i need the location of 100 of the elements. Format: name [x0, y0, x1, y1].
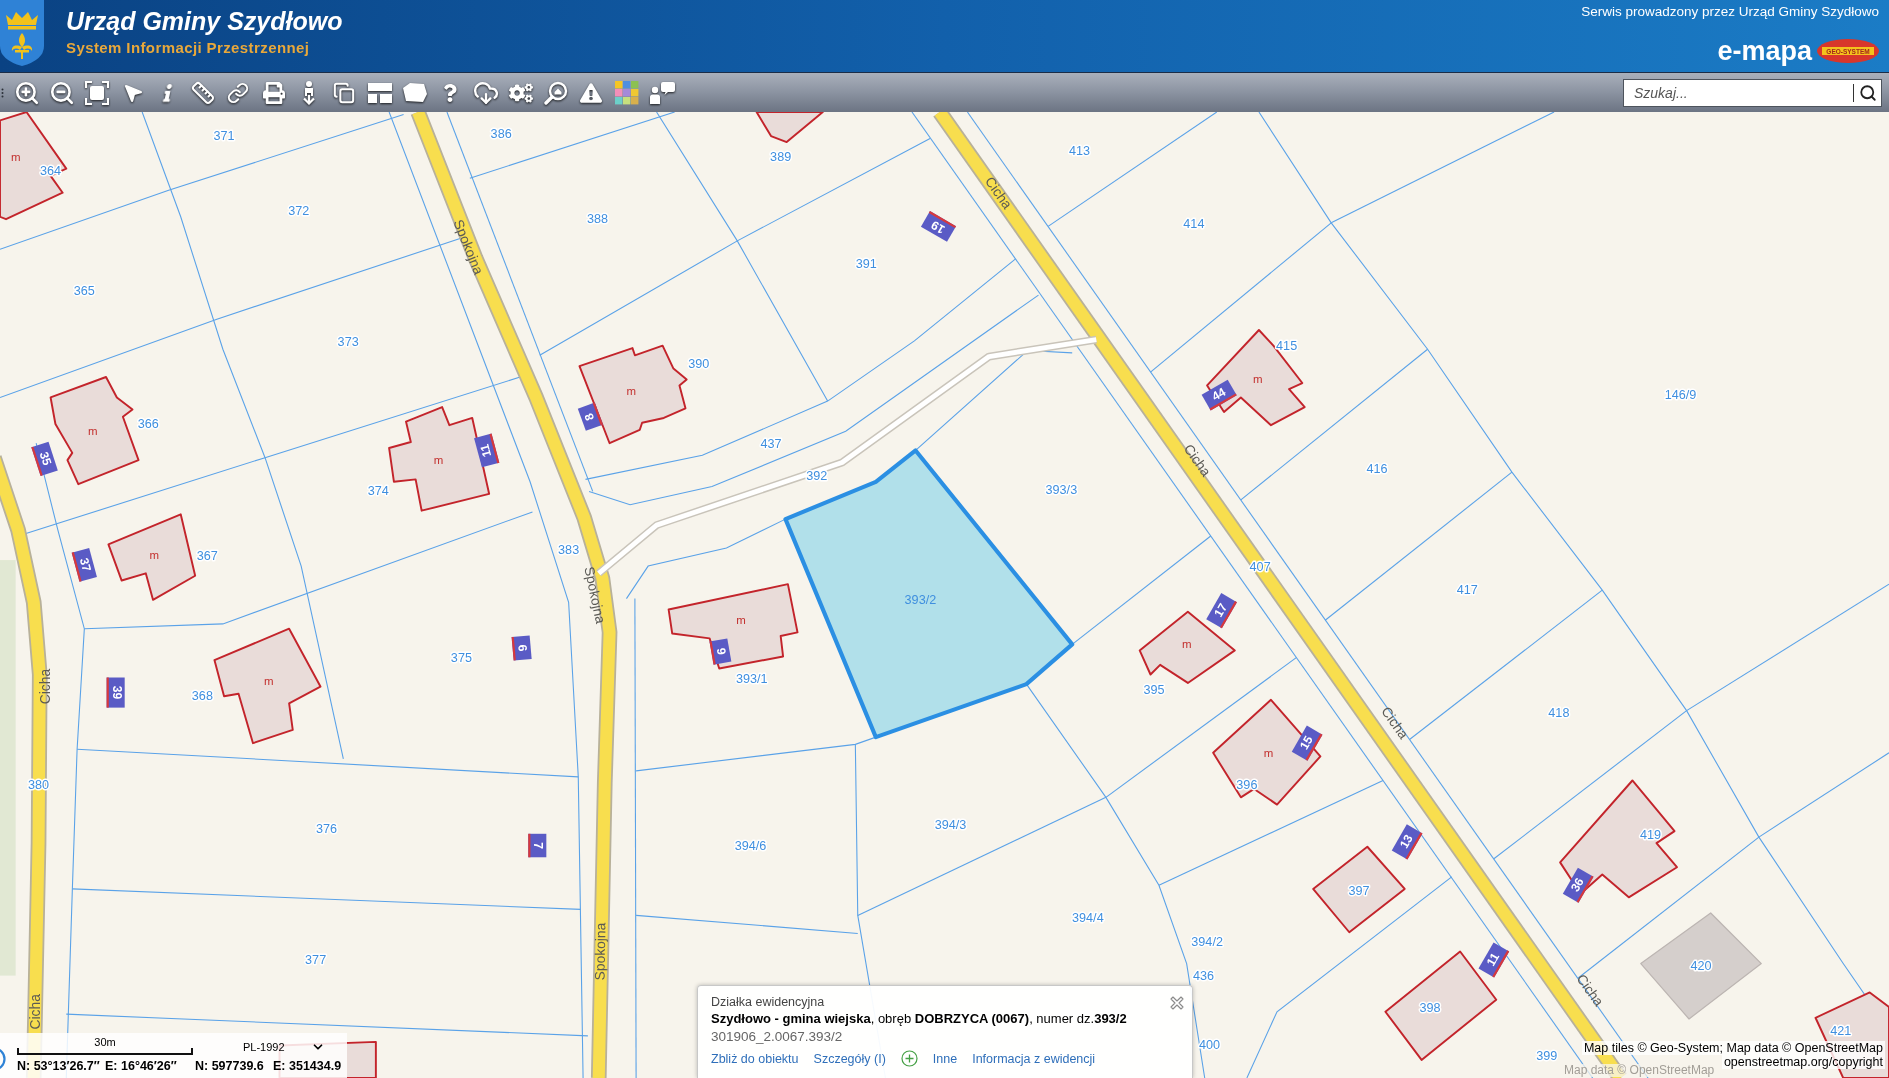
- parcel-number: 377: [305, 952, 327, 967]
- building-type-label: m: [1181, 638, 1192, 651]
- parcel-number: 413: [1068, 143, 1090, 158]
- parcel-number: 394/3: [934, 818, 967, 833]
- street-name: Spokojna: [591, 922, 609, 981]
- house-number-plate: 7: [528, 833, 547, 858]
- popup-link[interactable]: Zbliż do obiektu: [711, 1050, 799, 1067]
- house-number-plate: 44: [1201, 379, 1237, 411]
- parcel-number: 416: [1366, 461, 1388, 476]
- parcel-number: 390: [688, 356, 710, 371]
- site-title: Urząd Gminy Szydłowo: [66, 6, 343, 36]
- attribution-text: Map tiles © Geo-System; Map data © OpenStreetMap: [1581, 1041, 1885, 1055]
- link-icon[interactable]: [227, 81, 250, 104]
- polygon-icon[interactable]: [402, 82, 427, 103]
- building-type-label: m: [626, 385, 637, 398]
- building-type-label: m: [433, 454, 444, 467]
- popup-link[interactable]: Szczegóły (I): [813, 1050, 886, 1067]
- tile-attribution-text: Map data © OpenStreetMap: [1563, 1064, 1716, 1077]
- parcel-number: 392: [806, 468, 828, 483]
- house-number-plate: 35: [31, 441, 58, 476]
- building-type-label: m: [1263, 746, 1274, 759]
- full-extent-icon[interactable]: [85, 80, 110, 105]
- close-icon[interactable]: [1170, 996, 1184, 1010]
- parcel-number: 364: [40, 164, 62, 178]
- printer-icon[interactable]: [262, 81, 285, 104]
- house-number-plate: 19: [920, 211, 957, 242]
- parcel-number: 414: [1183, 217, 1205, 231]
- parcel-number: 367: [196, 549, 218, 564]
- person-chat-icon[interactable]: [649, 81, 675, 104]
- coordinate-value: E: 351434.9: [273, 1059, 342, 1074]
- parcel-number: 389: [770, 149, 792, 164]
- parcel-number: 394/2: [1191, 934, 1223, 949]
- plus-circle-icon[interactable]: [900, 1050, 918, 1067]
- parcel-number: 415: [1276, 338, 1298, 353]
- parcel-number: 376: [315, 821, 337, 836]
- zoom-out-icon[interactable]: [48, 79, 75, 106]
- popup-link[interactable]: Informacja z ewidencji: [972, 1050, 1096, 1067]
- building-type-label: m: [1252, 373, 1263, 386]
- projection-select[interactable]: PL-1992: [243, 1040, 325, 1054]
- cloud-download-icon[interactable]: [472, 79, 499, 106]
- gears-icon[interactable]: [508, 80, 533, 105]
- search-icon[interactable]: [1859, 83, 1877, 102]
- parcel-number: 398: [1419, 1001, 1441, 1016]
- street-name: Cicha: [36, 668, 53, 705]
- site-subtitle: System Informacji Przestrzennej: [66, 39, 311, 57]
- ring-icon: [0, 1047, 6, 1071]
- zoom-in-icon[interactable]: [13, 79, 40, 106]
- popup-link[interactable]: Inne: [932, 1050, 958, 1067]
- brand-name: e-mapa: [1717, 37, 1812, 65]
- parcel-number: 417: [1456, 583, 1478, 598]
- search-field[interactable]: Szukaj...: [1623, 78, 1882, 107]
- parcel-number: 437: [760, 437, 782, 452]
- parcel-number: 436: [1192, 968, 1215, 983]
- parcel-number: 400: [1199, 1038, 1221, 1053]
- parcel-number: 372: [288, 203, 310, 218]
- parcel-number: 388: [587, 212, 609, 227]
- parcel-number: 373: [337, 335, 359, 350]
- parcel-number: 386: [490, 126, 512, 141]
- copyright-link[interactable]: openstreetmap.org/copyright: [1721, 1055, 1885, 1069]
- parcel-identifier: 301906_2.0067.393/2: [711, 1028, 844, 1046]
- person-download-icon[interactable]: [300, 80, 318, 105]
- parcel-number: 366: [137, 416, 159, 431]
- building-type-label: m: [10, 150, 21, 163]
- parcel-number: 394/4: [1072, 910, 1104, 925]
- color-grid-icon[interactable]: [614, 80, 639, 105]
- magnifier-house-icon[interactable]: [544, 80, 569, 105]
- parcel-number: 420: [1690, 959, 1712, 973]
- grip-icon[interactable]: [1, 87, 4, 98]
- parcel-number: 365: [73, 284, 95, 299]
- parcel-number: 394/6: [734, 838, 767, 853]
- house-number-plate: 9: [709, 638, 732, 665]
- scale-label: 30m: [94, 1036, 116, 1048]
- street-name: Cicha: [26, 994, 43, 1030]
- parcel-number: 395: [1143, 683, 1165, 698]
- house-number-plate: 15: [1291, 725, 1323, 761]
- house-number-plate: 11: [1478, 942, 1510, 978]
- house-number-plate: 13: [1391, 824, 1423, 860]
- warning-icon[interactable]: [580, 81, 603, 104]
- parcel-number: 368: [191, 689, 213, 704]
- parcel-number: 397: [1348, 884, 1370, 899]
- house-number-plate: 17: [1206, 593, 1237, 629]
- house-number-plate: 37: [71, 548, 97, 582]
- parcel-number: 421: [1830, 1024, 1852, 1038]
- house-number-plate: 8: [577, 402, 603, 431]
- popup-heading: Działka ewidencyjna: [711, 994, 825, 1010]
- ruler-icon[interactable]: [191, 80, 216, 105]
- parcel-number: 418: [1548, 706, 1570, 721]
- building-type-label: m: [736, 614, 746, 627]
- parcel-number: 399: [1536, 1049, 1558, 1064]
- parcel-number: 396: [1236, 778, 1258, 793]
- street-name: Spokojna: [581, 565, 609, 625]
- coordinate-value: N: 53°13′26.7″: [17, 1059, 101, 1074]
- parcel-number: 393/3: [1045, 483, 1078, 498]
- overlapping-squares-icon[interactable]: [333, 81, 356, 104]
- layout-icon[interactable]: [367, 82, 392, 103]
- house-number-plate: 36: [1562, 867, 1594, 903]
- operator-text: Serwis prowadzony przez Urząd Gminy Szydłowo: [1581, 4, 1879, 20]
- parcel-number: 393/2: [904, 592, 937, 607]
- building-type-label: m: [263, 674, 274, 687]
- parcel-description: Szydłowo - gmina wiejska, obręb DOBRZYCA (0067), numer dz.393/2: [711, 1010, 1128, 1028]
